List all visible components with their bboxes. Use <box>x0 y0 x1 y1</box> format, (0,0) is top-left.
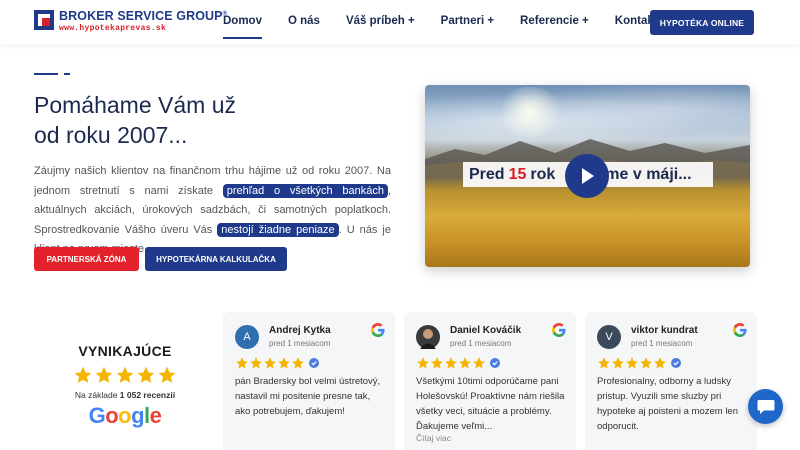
star-icon <box>459 357 471 369</box>
logo[interactable]: BROKER SERVICE GROUP® www.hypotekaprevas… <box>34 10 227 33</box>
review-date: pred 1 mesiacom <box>631 339 693 348</box>
highlight-free: nestojí žiadne peniaze <box>217 222 339 237</box>
intro-video[interactable]: Pred 15 rok me v máji... <box>425 85 750 267</box>
star-icon <box>264 357 276 369</box>
video-banner-number: 15 <box>508 165 527 183</box>
review-card: A Andrej Kytka pred 1 mesiacom pán Brade… <box>223 312 395 450</box>
site-header: BROKER SERVICE GROUP® www.hypotekaprevas… <box>0 0 800 44</box>
hero-title-line2: od roku 2007... <box>34 122 188 148</box>
read-more-link[interactable]: Čítaj viac <box>416 433 451 443</box>
rating-stars <box>416 356 500 370</box>
verified-icon <box>671 358 681 368</box>
avatar: V <box>597 325 621 349</box>
star-icon <box>431 357 443 369</box>
avatar <box>416 325 440 349</box>
hero-text: Záujmy našich klientov na finančnom trhu… <box>34 162 391 260</box>
nav-item-domov[interactable]: Domov <box>223 15 262 39</box>
google-icon <box>552 323 566 337</box>
star-icon <box>598 357 610 369</box>
video-sun <box>495 87 565 137</box>
star-icon <box>250 357 262 369</box>
star-icon <box>640 357 652 369</box>
highlight-banks: prehľad o všetkých bankách <box>222 183 388 198</box>
star-icon <box>137 366 155 383</box>
logo-icon <box>34 10 54 32</box>
reviews-summary: VYNIKAJÚCE Na základe 1 052 recenzií Goo… <box>60 343 190 429</box>
hero-title-line1: Pomáhame Vám už <box>34 92 236 118</box>
title-accent <box>34 73 70 75</box>
avatar: A <box>235 325 259 349</box>
google-icon <box>371 323 385 337</box>
nav-item-o-nas[interactable]: O nás <box>288 15 320 27</box>
review-text: pán Bradersky bol velmi ústretový, nasta… <box>235 376 381 417</box>
rating-stars <box>597 356 681 370</box>
nav-item-partneri[interactable]: Partneri + <box>441 15 494 27</box>
star-icon <box>95 366 113 383</box>
video-banner-end: me v máji... <box>605 165 692 183</box>
mortgage-calculator-button[interactable]: HYPOTEKÁRNA KALKULAČKA <box>145 247 287 271</box>
video-banner-pre: Pred <box>469 165 505 183</box>
review-text: Profesionalny, odborny a ludsky pristup.… <box>597 376 738 432</box>
star-icon <box>417 357 429 369</box>
reviewer-name: Andrej Kytka <box>269 325 331 336</box>
review-date: pred 1 mesiacom <box>450 339 512 348</box>
verified-icon <box>309 358 319 368</box>
video-banner-post: rok <box>530 165 556 183</box>
review-count: Na základe 1 052 recenzií <box>60 390 190 400</box>
main-nav: Domov O nás Váš príbeh + Partneri + Refe… <box>223 15 684 39</box>
star-icon <box>654 357 666 369</box>
partner-zone-button[interactable]: PARTNERSKÁ ZÓNA <box>34 247 139 271</box>
summary-stars <box>60 365 190 385</box>
review-count-value: 1 052 recenzií <box>119 390 176 400</box>
star-icon <box>236 357 248 369</box>
rating-label: VYNIKAJÚCE <box>78 343 172 359</box>
play-button[interactable] <box>565 154 609 198</box>
star-icon <box>74 366 92 383</box>
hero-title: Pomáhame Vám už od roku 2007... <box>34 90 394 150</box>
review-card: V viktor kundrat pred 1 mesiacom Profesi… <box>585 312 757 450</box>
play-icon <box>582 168 594 184</box>
star-icon <box>158 366 176 383</box>
nav-item-vas-pribeh[interactable]: Váš príbeh + <box>346 15 415 27</box>
person-photo-icon <box>420 329 436 349</box>
logo-title: BROKER SERVICE GROUP <box>59 9 223 23</box>
star-icon <box>612 357 624 369</box>
star-icon <box>445 357 457 369</box>
star-icon <box>278 357 290 369</box>
star-icon <box>473 357 485 369</box>
review-count-prefix: Na základe <box>74 390 118 400</box>
review-date: pred 1 mesiacom <box>269 339 331 348</box>
review-text: Všetkými 10timi odporúčame pani Holešovs… <box>416 376 565 432</box>
google-logo: Google <box>88 403 162 428</box>
reviewer-name: Daniel Kováčik <box>450 325 522 336</box>
star-icon <box>292 357 304 369</box>
chat-icon <box>757 399 774 414</box>
logo-url: www.hypotekaprevas.sk <box>59 23 167 33</box>
reviewer-name: viktor kundrat <box>631 325 698 336</box>
star-icon <box>626 357 638 369</box>
rating-stars <box>235 356 319 370</box>
verified-icon <box>490 358 500 368</box>
google-icon <box>733 323 747 337</box>
nav-item-referencie[interactable]: Referencie + <box>520 15 589 27</box>
chat-button[interactable] <box>748 389 783 424</box>
hypoteka-online-button[interactable]: HYPOTÉKA ONLINE <box>650 10 754 35</box>
review-card: Daniel Kováčik pred 1 mesiacom Všetkými … <box>404 312 576 450</box>
star-icon <box>116 366 134 383</box>
